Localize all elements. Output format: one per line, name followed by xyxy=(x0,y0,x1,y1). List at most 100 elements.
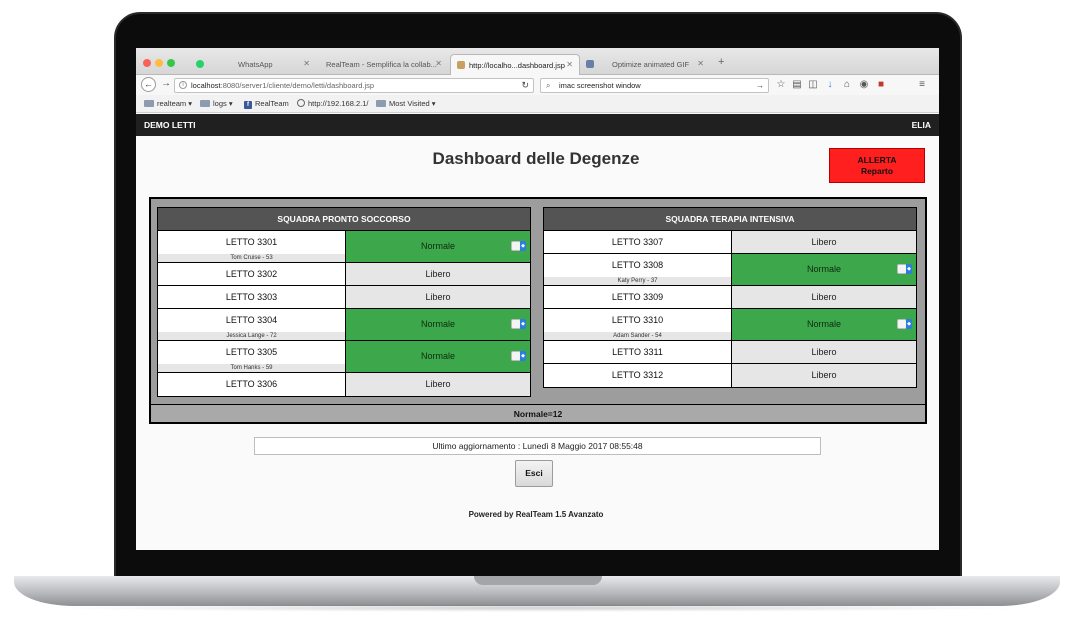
bed-name: LETTO 3306 xyxy=(225,379,278,389)
laptop-screen: WhatsApp ✕ RealTeam - Semplifica la coll… xyxy=(136,48,939,550)
forward-icon[interactable]: → xyxy=(161,78,171,89)
bed-name: LETTO 3309 xyxy=(611,292,664,302)
bed-status[interactable]: Libero xyxy=(346,373,530,396)
toggle-arrow-icon: ◆ xyxy=(520,241,526,251)
status-label: Normale xyxy=(420,241,455,251)
close-tab-icon[interactable]: ✕ xyxy=(435,59,442,68)
download-icon[interactable]: ↓ xyxy=(824,79,836,90)
bed-row: LETTO 3309 Libero xyxy=(544,286,916,309)
bookmark-most-visited[interactable]: Most Visited ▾ xyxy=(376,99,436,108)
bed-cell[interactable]: LETTO 3304 Jessica Lange - 72 xyxy=(158,309,346,340)
bed-name: LETTO 3304 xyxy=(225,315,278,325)
bed-cell[interactable]: LETTO 3310 Adam Sander - 54 xyxy=(544,309,732,340)
bed-status[interactable]: Libero xyxy=(346,263,530,285)
folder-icon xyxy=(376,100,386,107)
bookmark-logs-folder[interactable]: logs ▾ xyxy=(200,99,233,108)
folder-icon xyxy=(200,100,210,107)
page-icon xyxy=(457,61,465,69)
back-icon[interactable]: ← xyxy=(141,77,156,92)
new-tab-icon[interactable]: + xyxy=(718,56,724,68)
app-brand: DEMO LETTI xyxy=(144,120,196,130)
bed-row: LETTO 3304 Jessica Lange - 72 Normale ◆ xyxy=(158,309,530,341)
bed-row: LETTO 3312 Libero xyxy=(544,364,916,387)
bed-name: LETTO 3303 xyxy=(225,292,278,302)
tab-title: http://localho...dashboard.jsp xyxy=(469,61,565,70)
bed-cell[interactable]: LETTO 3303 xyxy=(158,286,346,308)
bed-status[interactable]: Libero xyxy=(732,231,916,253)
status-label: Libero xyxy=(811,292,837,302)
tab-whatsapp[interactable]: WhatsApp ✕ xyxy=(192,54,316,75)
zoom-window-button[interactable] xyxy=(167,59,175,67)
toggle-arrow-icon: ◆ xyxy=(906,319,912,329)
app-header: DEMO LETTI ELIA xyxy=(136,114,939,136)
url-field[interactable]: i localhost:8080/server1/cliente/demo/le… xyxy=(174,78,534,93)
menu-icon[interactable]: ≡ xyxy=(916,79,928,90)
user-name[interactable]: ELIA xyxy=(912,120,931,130)
tab-optimize-gif[interactable]: Optimize animated GIF ✕ xyxy=(582,54,710,75)
bed-status[interactable]: Normale ◆ xyxy=(732,254,916,285)
bed-status[interactable]: Normale ◆ xyxy=(732,309,916,340)
extension-icon[interactable]: ◉ xyxy=(858,79,870,90)
bed-row: LETTO 3305 Tom Hanks - 59 Normale ◆ xyxy=(158,341,530,373)
go-arrow-icon[interactable]: → xyxy=(756,79,764,92)
search-value: imac screenshot window xyxy=(559,81,641,90)
bed-status[interactable]: Libero xyxy=(732,341,916,363)
exit-button[interactable]: Esci xyxy=(515,460,553,487)
bed-status[interactable]: Libero xyxy=(346,286,530,308)
squad-header: SQUADRA TERAPIA INTENSIVA xyxy=(544,208,916,231)
pocket-icon[interactable]: ◫ xyxy=(807,79,819,90)
bed-name: LETTO 3312 xyxy=(611,370,664,380)
bed-cell[interactable]: LETTO 3311 xyxy=(544,341,732,363)
bookmark-realteam-folder[interactable]: realteam ▾ xyxy=(144,99,192,108)
status-toggle[interactable]: ◆ xyxy=(511,351,526,361)
minimize-window-button[interactable] xyxy=(155,59,163,67)
bed-row: LETTO 3310 Adam Sander - 54 Normale ◆ xyxy=(544,309,916,341)
bookmark-star-icon[interactable]: ☆ xyxy=(775,79,787,90)
bed-cell[interactable]: LETTO 3306 xyxy=(158,373,346,396)
bed-name: LETTO 3302 xyxy=(225,269,278,279)
home-icon[interactable]: ⌂ xyxy=(841,79,853,90)
tab-dashboard[interactable]: http://localho...dashboard.jsp ✕ xyxy=(450,54,580,75)
status-summary: Normale=12 xyxy=(151,404,925,422)
bookmark-realteam[interactable]: f RealTeam xyxy=(244,99,289,109)
tab-title: WhatsApp xyxy=(238,60,273,69)
search-input[interactable]: ⌕ imac screenshot window → xyxy=(540,78,769,93)
status-toggle[interactable]: ◆ xyxy=(897,264,912,274)
bed-status[interactable]: Normale ◆ xyxy=(346,231,530,262)
tab-realteam[interactable]: RealTeam - Semplifica la collab... ✕ xyxy=(320,54,448,75)
bookmark-router[interactable]: http://192.168.2.1/ xyxy=(297,99,368,108)
squad-panel-terapia-intensiva: SQUADRA TERAPIA INTENSIVA LETTO 3307 Libe… xyxy=(543,207,917,388)
alert-ward-button[interactable]: ALLERTA Reparto xyxy=(829,148,925,183)
bed-status[interactable]: Libero xyxy=(732,364,916,387)
close-tab-icon[interactable]: ✕ xyxy=(697,59,704,68)
bed-status[interactable]: Libero xyxy=(732,286,916,308)
bed-cell[interactable]: LETTO 3305 Tom Hanks - 59 xyxy=(158,341,346,372)
bed-cell[interactable]: LETTO 3308 Katy Perry - 37 xyxy=(544,254,732,285)
status-label: Normale xyxy=(420,319,455,329)
clipboard-icon[interactable]: ▤ xyxy=(791,79,803,90)
bed-row: LETTO 3307 Libero xyxy=(544,231,916,254)
close-window-button[interactable] xyxy=(143,59,151,67)
addon-icon[interactable]: ■ xyxy=(875,79,887,90)
bed-row: LETTO 3311 Libero xyxy=(544,341,916,364)
info-icon[interactable]: i xyxy=(179,81,187,89)
url-path: :8080/server1/cliente/demo/letti/dashboa… xyxy=(220,81,375,90)
bed-row: LETTO 3308 Katy Perry - 37 Normale ◆ xyxy=(544,254,916,286)
status-label: Libero xyxy=(425,269,451,279)
bed-cell[interactable]: LETTO 3302 xyxy=(158,263,346,285)
page-icon xyxy=(586,60,594,68)
bed-cell[interactable]: LETTO 3307 xyxy=(544,231,732,253)
status-toggle[interactable]: ◆ xyxy=(511,319,526,329)
status-toggle[interactable]: ◆ xyxy=(897,319,912,329)
bed-cell[interactable]: LETTO 3309 xyxy=(544,286,732,308)
bed-status[interactable]: Normale ◆ xyxy=(346,341,530,372)
status-toggle[interactable]: ◆ xyxy=(511,241,526,251)
close-tab-icon[interactable]: ✕ xyxy=(303,59,310,68)
patient-name: Tom Cruise - 53 xyxy=(158,254,345,262)
bed-cell[interactable]: LETTO 3312 xyxy=(544,364,732,387)
bed-row: LETTO 3306 Libero xyxy=(158,373,530,396)
close-tab-icon[interactable]: ✕ xyxy=(566,60,573,69)
bed-status[interactable]: Normale ◆ xyxy=(346,309,530,340)
bed-cell[interactable]: LETTO 3301 Tom Cruise - 53 xyxy=(158,231,346,262)
reload-icon[interactable]: ↻ xyxy=(521,79,529,92)
